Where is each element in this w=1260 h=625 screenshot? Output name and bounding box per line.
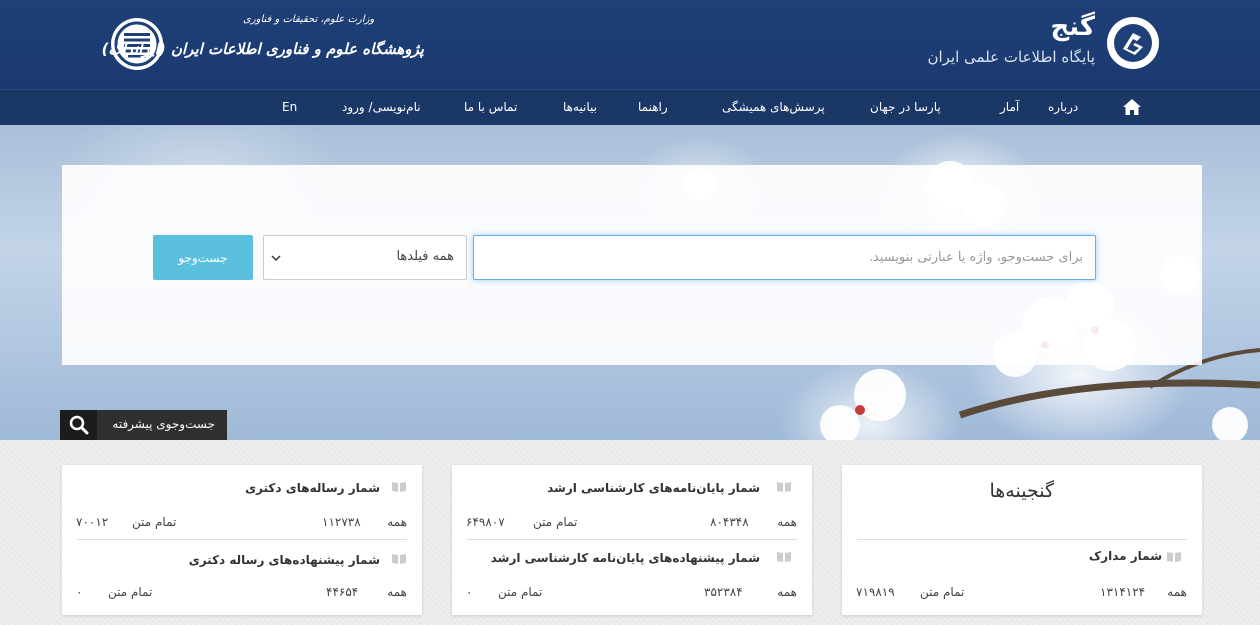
home-icon[interactable]: [1122, 97, 1142, 117]
field-select-value: همه فیلدها: [396, 249, 454, 264]
site-title: گنج: [1050, 12, 1095, 42]
fulltext-label: تمام متن: [498, 585, 543, 599]
treasures-card: گنجینه‌ها شمار مدارک همه ۱۳۱۴۱۲۴ تمام مت…: [842, 465, 1202, 615]
ganj-logo-icon: [1114, 24, 1152, 62]
org-ministry: وزارت علوم، تحقیقات و فناوری: [243, 14, 375, 25]
advanced-search-label: جست‌وجوی پیشرفته: [112, 417, 215, 431]
site-header: گنج پایگاه اطلاعات علمی ایران وزارت علوم…: [0, 0, 1260, 89]
doctoral-card: شمار رساله‌های دکتری همه ۱۱۲۷۳۸ تمام متن…: [62, 465, 422, 615]
book-icon: [777, 552, 791, 562]
search-icon-box: [60, 410, 97, 440]
fulltext-label: تمام متن: [920, 585, 965, 599]
doctoral-dissertations-title: شمار رساله‌های دکتری: [245, 481, 380, 495]
nav-item-guide[interactable]: راهنما: [638, 90, 668, 126]
book-icon: [392, 482, 406, 492]
all-label: همه: [777, 515, 797, 529]
masters-theses-title: شمار پایان‌نامه‌های کارشناسی ارشد: [547, 481, 760, 495]
book-icon: [777, 482, 791, 492]
book-icon: [392, 554, 406, 564]
fulltext-value: ۰: [466, 585, 473, 599]
all-value: ۱۳۱۴۱۲۴: [1100, 585, 1146, 599]
all-value: ۱۱۲۷۳۸: [322, 515, 361, 529]
fulltext-value: ۰: [76, 585, 83, 599]
fulltext-label: تمام متن: [132, 515, 177, 529]
search-input[interactable]: [473, 235, 1096, 280]
ganj-logo[interactable]: [1107, 17, 1159, 69]
advanced-search-button[interactable]: جست‌وجوی پیشرفته: [60, 410, 227, 440]
search-field-select[interactable]: همه فیلدها: [263, 235, 467, 280]
masters-card: شمار پایان‌نامه‌های کارشناسی ارشد همه ۸۰…: [452, 465, 812, 615]
all-value: ۴۴۶۵۴: [326, 585, 359, 599]
fulltext-label: تمام متن: [533, 515, 578, 529]
site-subtitle: پایگاه اطلاعات علمی ایران: [927, 48, 1095, 66]
search-button[interactable]: جست‌وجو: [153, 235, 253, 280]
all-label: همه: [387, 515, 407, 529]
all-label: همه: [1167, 585, 1187, 599]
nav-item-stats[interactable]: آمار: [1000, 90, 1019, 126]
all-value: ۸۰۴۳۴۸: [710, 515, 749, 529]
divider: [77, 539, 407, 540]
search-icon: [69, 415, 88, 435]
divider: [857, 539, 1187, 540]
all-label: همه: [387, 585, 407, 599]
all-label: همه: [777, 585, 797, 599]
nav-item-english[interactable]: En: [282, 90, 297, 126]
fulltext-label: تمام متن: [108, 585, 153, 599]
masters-proposals-title: شمار پیشنهاده‌های پایان‌نامه کارشناسی ار…: [490, 551, 760, 565]
nav-item-faq[interactable]: پرسش‌های همیشگی: [722, 90, 825, 126]
fulltext-value: ۷۰۰۱۲: [76, 515, 109, 529]
divider: [467, 539, 797, 540]
fulltext-value: ۷۱۹۸۱۹: [856, 585, 895, 599]
all-value: ۳۵۲۳۸۴: [704, 585, 743, 599]
doctoral-proposals-title: شمار پیشنهاده‌های رساله دکتری: [188, 553, 380, 567]
nav-item-about[interactable]: درباره: [1048, 90, 1078, 126]
nav-item-statements[interactable]: بیانیه‌ها: [563, 90, 597, 126]
documents-count-title: شمار مدارک: [1088, 549, 1162, 563]
treasures-heading: گنجینه‌ها: [989, 480, 1054, 502]
chevron-down-icon: [271, 255, 281, 262]
nav-item-contact[interactable]: تماس با ما: [464, 90, 517, 126]
nav-item-parsa-world[interactable]: پارسا در جهان: [870, 90, 941, 126]
fulltext-value: ۶۴۹۸۰۷: [466, 515, 505, 529]
book-icon: [1167, 552, 1181, 562]
org-name: پژوهشگاه علوم و فناوری اطلاعات ایران (ای…: [101, 40, 424, 58]
nav-item-register-login[interactable]: نام‌نویسی/ ورود: [342, 90, 421, 126]
main-nav: درباره آمار پارسا در جهان پرسش‌های همیشگ…: [0, 89, 1260, 125]
